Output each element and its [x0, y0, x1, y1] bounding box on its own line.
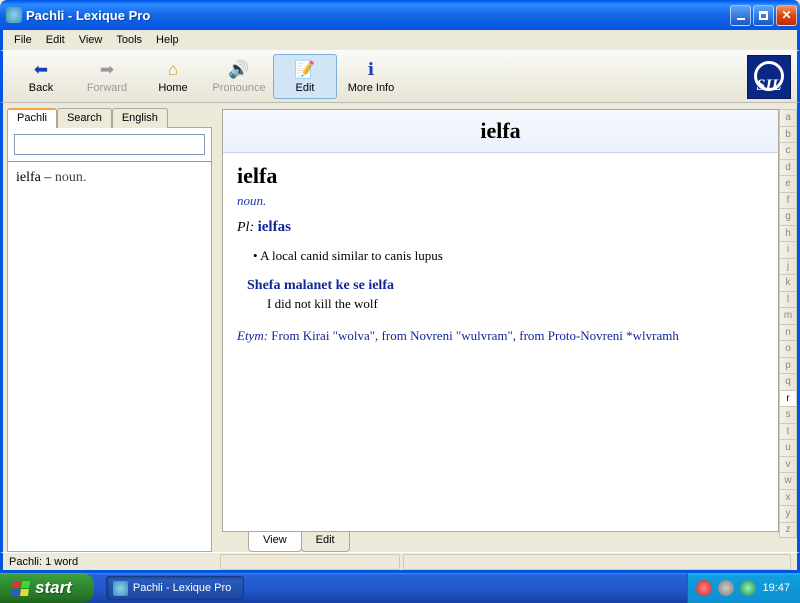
alpha-o[interactable]: o [779, 340, 797, 357]
alpha-g[interactable]: g [779, 208, 797, 225]
pronounce-button[interactable]: 🔊 Pronounce [207, 54, 271, 99]
menu-view[interactable]: View [72, 32, 110, 48]
headword: ielfa [237, 163, 764, 189]
alpha-d[interactable]: d [779, 159, 797, 176]
taskbar: start Pachli - Lexique Pro 19:47 [0, 573, 800, 603]
sil-logo: SIL [747, 55, 791, 99]
alpha-i[interactable]: i [779, 241, 797, 258]
part-of-speech: noun. [237, 193, 764, 209]
alpha-j[interactable]: j [779, 258, 797, 275]
alpha-f[interactable]: f [779, 192, 797, 209]
alpha-s[interactable]: s [779, 406, 797, 423]
statusbar: Pachli: 1 word [0, 552, 800, 573]
bottom-tab-edit[interactable]: Edit [301, 532, 350, 552]
alpha-n[interactable]: n [779, 324, 797, 341]
tab-english[interactable]: English [112, 108, 168, 128]
back-arrow-icon: ⬅ [34, 60, 48, 80]
bottom-tab-view[interactable]: View [248, 532, 302, 552]
list-item[interactable]: ielfa – noun. [16, 170, 86, 185]
app-icon [113, 581, 128, 596]
menu-help[interactable]: Help [149, 32, 186, 48]
moreinfo-button[interactable]: ℹ More Info [339, 54, 403, 99]
plural-line: Pl: ielfas [237, 219, 764, 236]
etymology: Etym: From Kirai "wolva", from Novreni "… [237, 328, 764, 344]
menu-file[interactable]: File [7, 32, 39, 48]
system-tray[interactable]: 19:47 [687, 573, 800, 603]
maximize-button[interactable] [753, 5, 774, 26]
tray-icon[interactable] [718, 580, 734, 596]
alpha-u[interactable]: u [779, 439, 797, 456]
taskbar-app[interactable]: Pachli - Lexique Pro [106, 576, 244, 600]
titlebar[interactable]: Pachli - Lexique Pro ✕ [0, 0, 800, 30]
info-icon: ℹ [368, 60, 374, 80]
close-button[interactable]: ✕ [776, 5, 797, 26]
forward-button[interactable]: ➡ Forward [75, 54, 139, 99]
tab-pachli[interactable]: Pachli [7, 108, 57, 128]
alpha-a[interactable]: a [779, 109, 797, 126]
edit-button[interactable]: 📝 Edit [273, 54, 337, 99]
tray-icon[interactable] [740, 580, 756, 596]
window-title: Pachli - Lexique Pro [26, 8, 730, 23]
speaker-icon: 🔊 [228, 60, 249, 80]
alpha-x[interactable]: x [779, 489, 797, 506]
alpha-w[interactable]: w [779, 472, 797, 489]
definition: • A local canid similar to canis lupus [253, 248, 764, 264]
menu-edit[interactable]: Edit [39, 32, 72, 48]
entry-pane: ielfa ielfa noun. Pl: ielfas • A local c… [222, 109, 779, 532]
home-icon: ⌂ [168, 60, 178, 80]
sidebar-tabs: Pachli Search English [7, 107, 212, 127]
edit-icon: 📝 [294, 60, 315, 80]
alpha-y[interactable]: y [779, 505, 797, 522]
entry-header: ielfa [223, 110, 778, 153]
alpha-h[interactable]: h [779, 225, 797, 242]
alpha-z[interactable]: z [779, 522, 797, 539]
left-pane: Pachli Search English ielfa – noun. [3, 103, 216, 552]
alpha-c[interactable]: c [779, 142, 797, 159]
alpha-e[interactable]: e [779, 175, 797, 192]
menu-tools[interactable]: Tools [109, 32, 149, 48]
toolbar: ⬅ Back ➡ Forward ⌂ Home 🔊 Pronounce 📝 Ed… [0, 50, 800, 103]
alpha-v[interactable]: v [779, 456, 797, 473]
alpha-p[interactable]: p [779, 357, 797, 374]
alpha-m[interactable]: m [779, 307, 797, 324]
clock[interactable]: 19:47 [762, 582, 790, 594]
menubar: File Edit View Tools Help [0, 30, 800, 50]
search-input[interactable] [14, 134, 205, 155]
word-list[interactable]: ielfa – noun. [8, 166, 211, 551]
example: Shefa malanet ke se ielfa I did not kill… [247, 278, 764, 312]
start-button[interactable]: start [0, 573, 94, 603]
tab-search[interactable]: Search [57, 108, 112, 128]
minimize-button[interactable] [730, 5, 751, 26]
app-icon [6, 7, 22, 23]
status-wordcount: Pachli: 1 word [9, 554, 217, 570]
alpha-r[interactable]: r [779, 390, 797, 407]
alphabet-bar: abcdefghijklmnopqrstuvwxyz [779, 103, 797, 552]
alpha-k[interactable]: k [779, 274, 797, 291]
bottom-tabs: View Edit [222, 532, 779, 552]
alpha-q[interactable]: q [779, 373, 797, 390]
home-button[interactable]: ⌂ Home [141, 54, 205, 99]
forward-arrow-icon: ➡ [100, 60, 114, 80]
alpha-l[interactable]: l [779, 291, 797, 308]
back-button[interactable]: ⬅ Back [9, 54, 73, 99]
windows-logo-icon [11, 581, 30, 596]
alpha-b[interactable]: b [779, 126, 797, 143]
alpha-t[interactable]: t [779, 423, 797, 440]
tray-icon[interactable] [696, 580, 712, 596]
